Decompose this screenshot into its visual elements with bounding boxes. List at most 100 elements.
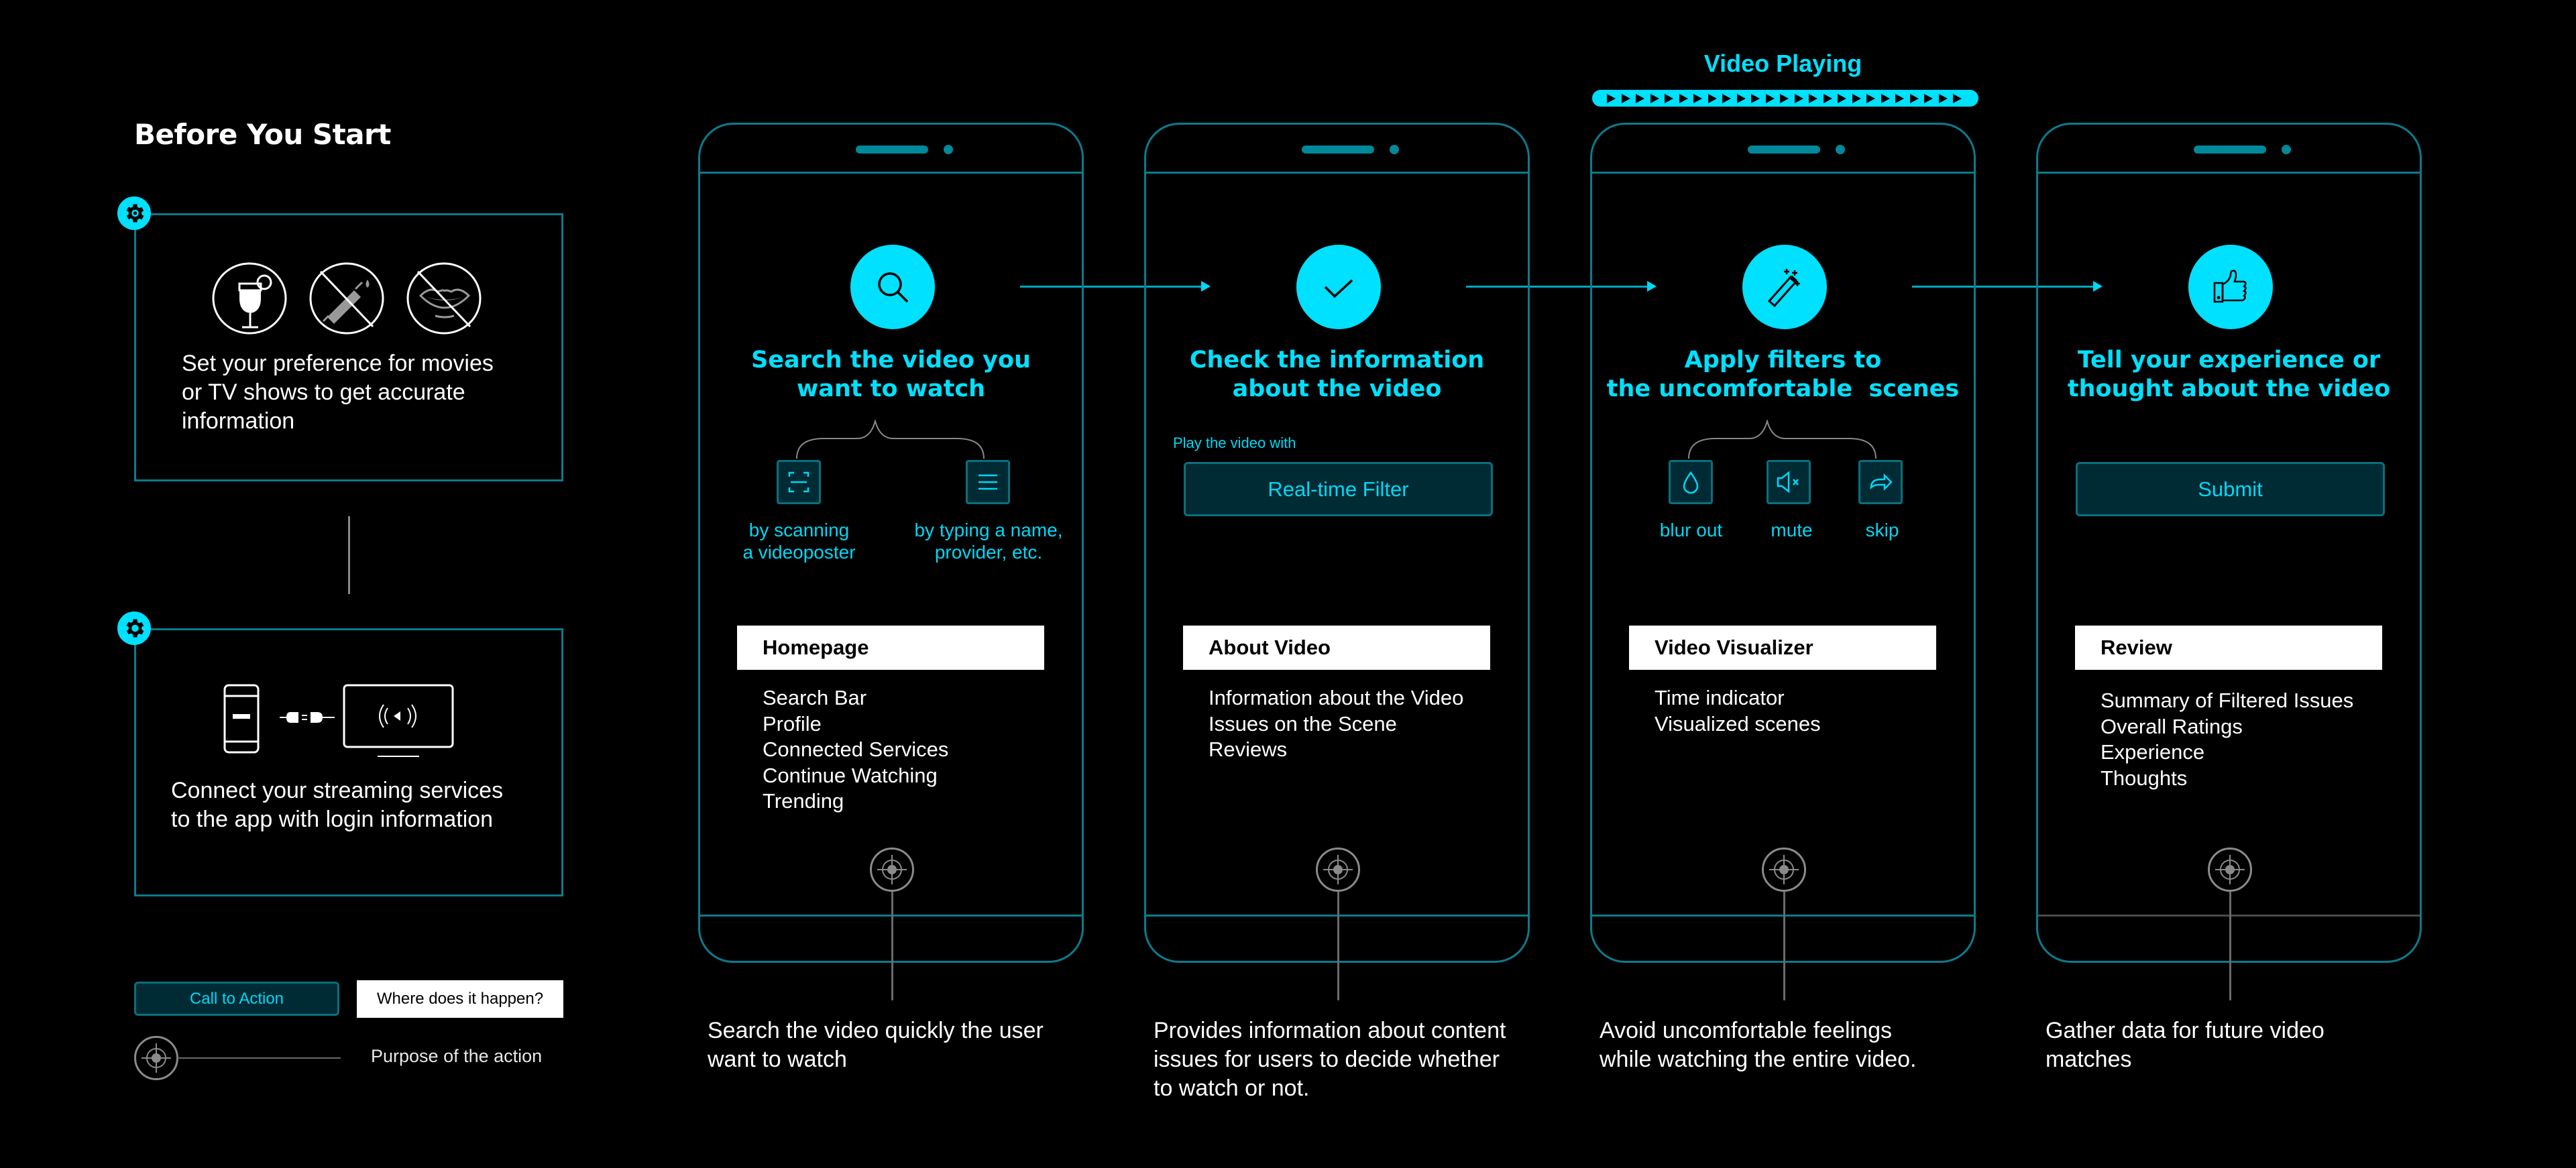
target-icon xyxy=(2208,848,2252,892)
screen-items: Summary of Filtered Issues Overall Ratin… xyxy=(2101,688,2353,791)
purpose-connector xyxy=(1337,892,1339,1000)
check-step-icon xyxy=(1296,245,1381,329)
play-arrow-icon xyxy=(1780,94,1795,103)
magic-wand-icon xyxy=(1767,269,1800,308)
purpose-text: Search the video quickly the user want t… xyxy=(708,1018,1044,1072)
gear-icon xyxy=(117,196,151,230)
purpose-connector xyxy=(2229,892,2231,1000)
list-item: Reviews xyxy=(1209,738,1288,761)
connect-services-step-box: Connect your streaming services to the a… xyxy=(134,628,563,896)
list-item: Information about the Video xyxy=(1209,686,1464,709)
purpose-text: Avoid uncomfortable feelings while watch… xyxy=(1600,1018,1917,1072)
plug-icon xyxy=(280,712,335,723)
skip-button[interactable] xyxy=(1858,460,1903,504)
phone-speaker xyxy=(1302,145,1374,154)
list-item: Summary of Filtered Issues xyxy=(2101,689,2354,712)
type-option-label: by typing a name, provider, etc. xyxy=(914,520,1063,563)
play-arrow-icon xyxy=(1924,94,1939,103)
blur-out-button[interactable] xyxy=(1669,460,1713,504)
purpose-connector xyxy=(1783,892,1785,1000)
list-item: Search Bar xyxy=(763,686,867,709)
scan-option-button[interactable] xyxy=(777,460,821,504)
alcohol-icon xyxy=(212,262,287,335)
checkmark-icon xyxy=(1324,279,1353,298)
connect-services-step-text: Connect your streaming services to the a… xyxy=(171,778,504,832)
phone-speaker xyxy=(2194,145,2266,154)
legend-purpose-label: Purpose of the action xyxy=(371,1046,543,1066)
phone-speaker xyxy=(856,145,928,154)
target-icon xyxy=(1316,848,1360,892)
legend-where-does-it-happen: Where does it happen? xyxy=(357,980,563,1018)
play-arrow-icon xyxy=(1766,94,1781,103)
no-kissing-icon xyxy=(406,262,482,335)
filter-step-icon xyxy=(1742,245,1827,329)
mute-icon xyxy=(1777,471,1799,493)
feedback-step-icon xyxy=(2188,245,2273,329)
phone-icon xyxy=(223,684,260,754)
play-arrow-icon xyxy=(1665,94,1679,103)
target-icon xyxy=(870,848,914,892)
phone-video-visualizer: Apply filters to the uncomfortable scene… xyxy=(1590,123,1976,1000)
search-step-icon xyxy=(850,245,935,329)
play-arrow-icon xyxy=(1737,94,1752,103)
screen-label-video-visualizer: Video Visualizer xyxy=(1629,626,1936,670)
drop-icon xyxy=(1683,471,1699,494)
play-arrow-icon xyxy=(1895,94,1910,103)
play-arrow-icon xyxy=(1809,94,1824,103)
options-brace xyxy=(796,420,985,459)
play-arrow-icon xyxy=(1607,94,1622,103)
play-arrow-icon xyxy=(1838,94,1852,103)
phone-speaker xyxy=(1748,145,1820,154)
gear-icon xyxy=(117,611,151,645)
phone-camera xyxy=(944,145,953,154)
video-progress-bar xyxy=(1592,90,1978,107)
mute-button[interactable] xyxy=(1767,460,1811,504)
action-caption: Play the video with xyxy=(1173,434,1296,451)
phone-camera xyxy=(1836,145,1845,154)
purpose-text: Gather data for future video matches xyxy=(2046,1018,2325,1072)
skip-arrow-icon xyxy=(1870,473,1893,491)
blur-out-label: blur out xyxy=(1659,520,1723,540)
connect-illustrations xyxy=(223,684,454,757)
play-arrow-icon xyxy=(1795,94,1809,103)
section-title: Before You Start xyxy=(134,118,391,151)
skip-label: skip xyxy=(1865,520,1899,540)
list-item: Experience xyxy=(2101,740,2205,764)
scan-icon xyxy=(788,471,809,493)
play-arrow-icon xyxy=(1939,94,1954,103)
play-arrow-icon xyxy=(1866,94,1881,103)
preference-step-text: Set your preference for movies or TV sho… xyxy=(182,351,494,434)
phone-search: Search the video you want to watch by sc… xyxy=(698,123,1084,1000)
play-arrow-icon xyxy=(1693,94,1708,103)
screen-items: Search Bar Profile Connected Services Co… xyxy=(763,685,948,815)
phone-review: Tell your experience or thought about th… xyxy=(2036,123,2422,1000)
play-arrow-icon xyxy=(1824,94,1838,103)
play-arrow-icon xyxy=(1881,94,1896,103)
video-playing-label: Video Playing xyxy=(1703,50,1862,77)
phone-camera xyxy=(1390,145,1399,154)
no-drugs-icon xyxy=(309,262,384,335)
submit-button[interactable]: Submit xyxy=(2076,462,2385,516)
list-item: Profile xyxy=(763,711,822,736)
play-arrow-icon xyxy=(1636,94,1650,103)
phone-camera xyxy=(2282,145,2291,154)
step-title: Tell your experience or thought about th… xyxy=(2067,347,2391,402)
list-item: Visualized scenes xyxy=(1655,711,1821,736)
purpose-text: Provides information about content issue… xyxy=(1154,1018,1506,1101)
screen-items: Time indicator Visualized scenes xyxy=(1655,685,1821,737)
play-arrow-icon xyxy=(1622,94,1636,103)
preference-illustrations xyxy=(212,262,482,335)
play-arrow-icon xyxy=(1679,94,1694,103)
list-item: Issues on the Scene xyxy=(1209,711,1397,736)
step-connector-line xyxy=(348,516,350,594)
play-arrow-icon xyxy=(1910,94,1925,103)
mute-label: mute xyxy=(1771,520,1813,540)
legend-purpose-line xyxy=(177,1057,341,1059)
step-title: Check the information about the video xyxy=(1189,347,1485,402)
menu-lines-icon xyxy=(978,474,997,490)
list-item: Thoughts xyxy=(2101,766,2188,790)
preference-step-box: Set your preference for movies or TV sho… xyxy=(134,213,563,481)
play-arrow-icon xyxy=(1953,94,1968,103)
real-time-filter-button[interactable]: Real-time Filter xyxy=(1184,462,1493,516)
type-option-button[interactable] xyxy=(966,460,1010,504)
